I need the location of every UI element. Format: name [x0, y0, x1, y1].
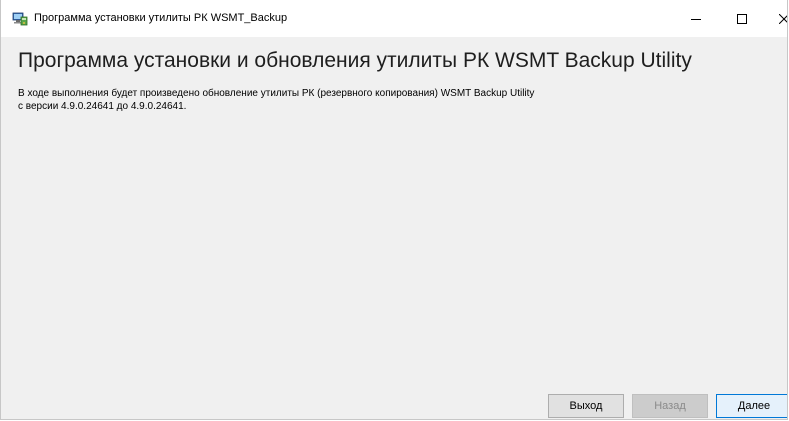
- update-description: В ходе выполнения будет произведено обно…: [18, 87, 534, 113]
- next-button[interactable]: Далее: [716, 394, 787, 418]
- minimize-button[interactable]: [673, 0, 719, 37]
- title-bar[interactable]: Программа установки утилиты РК WSMT_Back…: [1, 0, 787, 37]
- window-title: Программа установки утилиты РК WSMT_Back…: [34, 12, 288, 24]
- maximize-icon: [737, 13, 747, 24]
- exit-button[interactable]: Выход: [548, 394, 624, 418]
- description-line-2: с версии 4.9.0.24641 до 4.9.0.24641.: [18, 101, 187, 112]
- maximize-button[interactable]: [719, 0, 765, 37]
- installer-window: Программа установки утилиты РК WSMT_Back…: [0, 0, 788, 420]
- minimize-icon: [691, 14, 701, 24]
- close-button[interactable]: [761, 0, 787, 37]
- installer-computer-icon: [12, 12, 28, 26]
- page-title: Программа установки и обновления утилиты…: [18, 49, 692, 72]
- back-button[interactable]: Назад: [632, 394, 708, 418]
- close-icon: [779, 13, 787, 24]
- main-content: Программа установки и обновления утилиты…: [1, 37, 787, 419]
- description-line-1: В ходе выполнения будет произведено обно…: [18, 88, 535, 99]
